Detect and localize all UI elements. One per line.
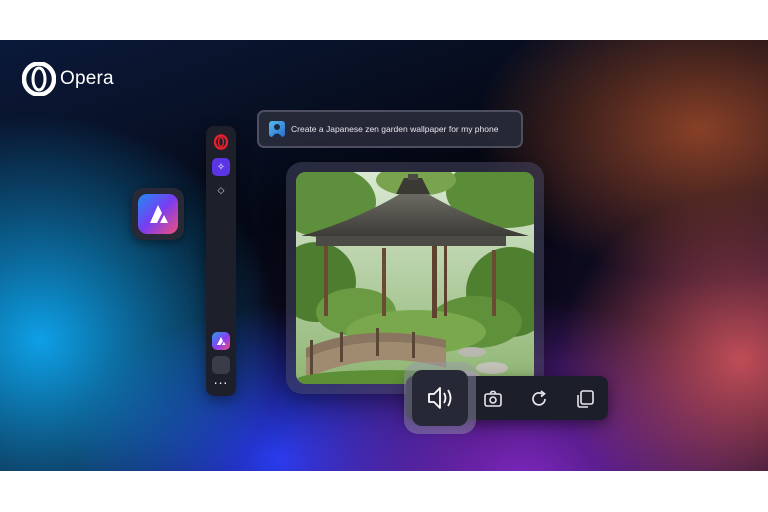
copy-icon[interactable] — [574, 388, 596, 410]
promo-frame: Opera ✧ ◇ ... Create a Japanese zen gard… — [0, 40, 768, 471]
brand-name: Opera — [60, 68, 114, 89]
sidebar-diamond-icon[interactable]: ◇ — [216, 186, 226, 196]
sidebar-empty-slot[interactable] — [212, 356, 230, 374]
opera-icon — [22, 62, 56, 96]
prompt-text: Create a Japanese zen garden wallpaper f… — [291, 124, 499, 134]
zen-garden-image[interactable] — [296, 172, 534, 384]
sidebar-more-icon[interactable]: ... — [212, 374, 230, 386]
sidebar-app-icon[interactable] — [212, 332, 230, 350]
camera-icon[interactable] — [482, 388, 504, 410]
opera-logo: Opera — [22, 62, 114, 96]
speaker-button[interactable] — [404, 362, 476, 434]
app-tile[interactable] — [132, 188, 184, 240]
user-avatar — [269, 121, 285, 137]
speaker-icon — [428, 387, 452, 409]
sidebar-aria-icon[interactable]: ✧ — [212, 158, 230, 176]
generated-image-card — [286, 162, 544, 394]
app-icon — [138, 194, 178, 234]
ai-prompt[interactable]: Create a Japanese zen garden wallpaper f… — [257, 110, 523, 148]
browser-sidebar: ✧ ◇ ... — [206, 126, 236, 396]
sidebar-opera-icon[interactable] — [213, 134, 229, 150]
refresh-icon[interactable] — [528, 388, 550, 410]
